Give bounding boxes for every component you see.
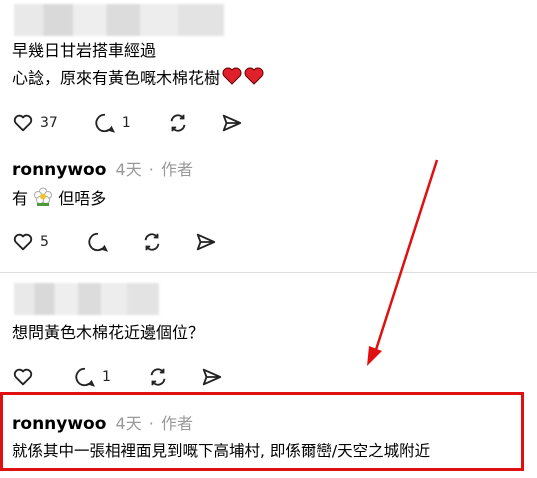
reply1-text-before: 有	[12, 189, 29, 208]
repost-button[interactable]	[147, 366, 169, 388]
post-text-line-2: 心諗，原來有黃色嘅木棉花樹	[12, 67, 264, 91]
reply-button[interactable]: 1	[94, 112, 131, 134]
like-count: 37	[40, 115, 58, 131]
post2-text: 想問黃色木棉花近邊個位？	[12, 323, 205, 342]
share-button[interactable]	[201, 366, 223, 388]
username[interactable]: ronnywoo	[12, 160, 106, 180]
like-button[interactable]	[12, 366, 34, 388]
heart-icon	[13, 368, 33, 386]
author-badge: 作者	[160, 160, 193, 179]
repost-button[interactable]	[167, 112, 189, 134]
heart-icon	[13, 233, 33, 251]
send-icon	[202, 368, 222, 386]
send-icon	[222, 114, 241, 132]
heart-emoji-icon	[244, 67, 264, 91]
heart-icon	[13, 114, 33, 132]
reply-count: 1	[102, 369, 111, 385]
separator: ·	[148, 414, 154, 433]
username[interactable]: ronnywoo	[12, 414, 106, 434]
repost-icon	[170, 114, 186, 132]
like-button[interactable]: 37	[12, 112, 58, 134]
heart-emoji-icon	[222, 67, 242, 91]
like-button[interactable]: 5	[12, 231, 49, 253]
reply1-header: ronnywoo 4天 · 作者	[12, 156, 193, 180]
reply2-header: ronnywoo 4天 · 作者	[12, 410, 193, 434]
send-icon	[196, 233, 216, 251]
author-badge: 作者	[160, 414, 193, 433]
divider	[0, 272, 537, 273]
reply-button[interactable]: 1	[74, 366, 111, 388]
blurred-username	[14, 283, 159, 315]
share-button[interactable]	[195, 231, 217, 253]
post-text-line-2-content: 心諗，原來有黃色嘅木棉花樹	[12, 68, 221, 88]
post2-actions: 1	[12, 365, 241, 389]
post1-actions: 37 1	[12, 111, 261, 135]
repost-button[interactable]	[141, 231, 163, 253]
like-count: 5	[40, 234, 49, 250]
repost-icon	[150, 368, 166, 386]
share-button[interactable]	[221, 112, 243, 134]
post-text-line-1: 早幾日甘岩搭車經過	[12, 41, 157, 60]
reply1-text: 有 但唔多	[12, 187, 106, 213]
flower-emoji-icon	[33, 187, 53, 213]
timestamp: 4天	[115, 414, 142, 433]
reply1-text-after: 但唔多	[53, 189, 107, 208]
comment-icon	[75, 367, 96, 387]
timestamp: 4天	[115, 160, 142, 179]
separator: ·	[148, 160, 154, 179]
comment-icon	[88, 232, 108, 252]
reply-count: 1	[121, 115, 131, 131]
reply2-text: 就係其中一張相裡面見到嘅下高埔村, 即係爾巒/天空之城附近	[12, 442, 431, 460]
reply-button[interactable]	[87, 231, 109, 253]
comment-icon	[95, 113, 115, 133]
reply1-actions: 5	[12, 230, 235, 254]
blurred-username	[14, 4, 224, 36]
repost-icon	[144, 233, 160, 251]
